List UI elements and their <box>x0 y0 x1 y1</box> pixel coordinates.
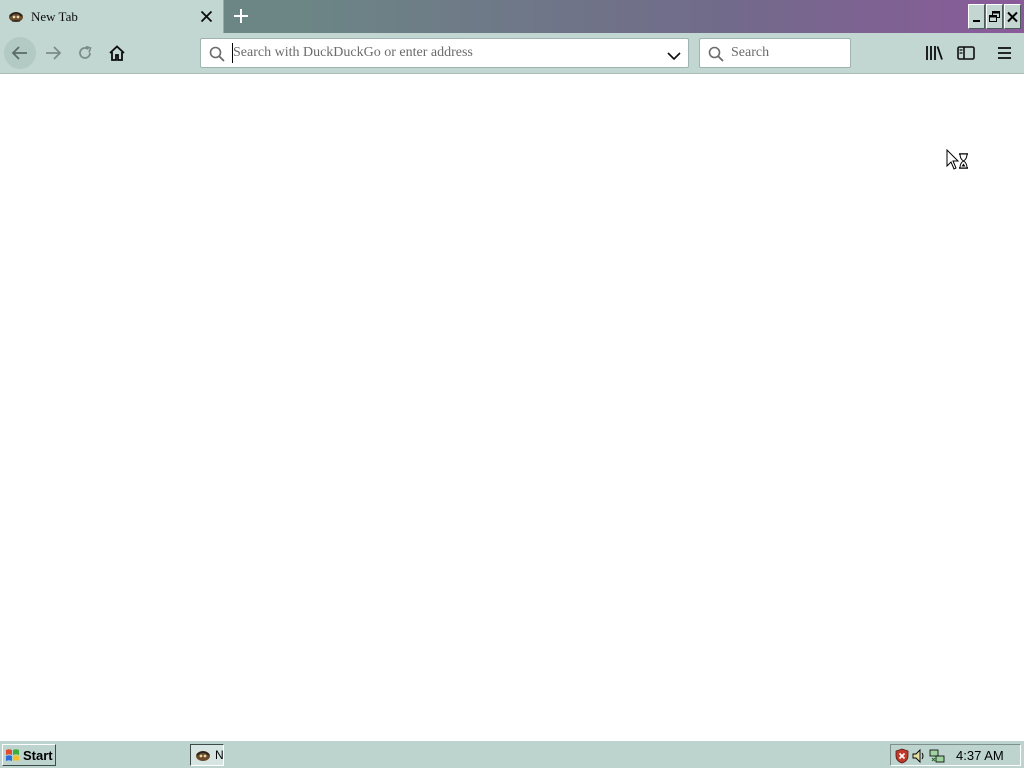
tab-close-icon[interactable] <box>198 8 215 25</box>
network-icon[interactable] <box>929 748 945 764</box>
busy-cursor-icon <box>946 148 970 173</box>
shield-alert-icon[interactable] <box>894 748 910 764</box>
home-button[interactable] <box>101 37 133 69</box>
forward-button[interactable] <box>37 37 69 69</box>
home-icon <box>109 45 125 61</box>
speaker-icon[interactable] <box>911 748 927 764</box>
browser-globe-icon <box>195 747 211 765</box>
restore-icon <box>989 11 1000 22</box>
new-tab-plus-icon[interactable] <box>231 6 251 26</box>
forward-arrow-icon <box>46 46 62 60</box>
taskbar: Start N 4:37 AM <box>0 740 1024 768</box>
url-bar[interactable] <box>200 38 689 68</box>
library-button[interactable] <box>922 41 946 65</box>
back-button[interactable] <box>4 37 36 69</box>
browser-globe-icon <box>8 8 24 24</box>
windows-logo-icon <box>5 748 21 766</box>
sidebar-icon <box>957 46 975 60</box>
reload-icon <box>79 45 92 59</box>
back-arrow-icon <box>11 46 27 60</box>
window-close-button[interactable] <box>1004 4 1021 29</box>
search-input[interactable] <box>731 43 843 63</box>
tab-title: New Tab <box>31 9 78 24</box>
address-input[interactable] <box>232 43 652 63</box>
chevron-down-icon[interactable] <box>667 48 681 66</box>
system-tray: 4:37 AM <box>890 744 1021 766</box>
start-button[interactable]: Start <box>2 744 56 766</box>
taskbar-item-browser[interactable]: N <box>190 744 224 766</box>
hamburger-menu-icon <box>998 47 1011 59</box>
restore-button[interactable] <box>986 4 1003 29</box>
tab-strip: New Tab <box>0 0 1024 33</box>
taskbar-item-label: N <box>215 748 224 762</box>
library-icon <box>926 46 943 60</box>
sidebar-button[interactable] <box>954 41 978 65</box>
search-bar[interactable] <box>699 38 851 68</box>
navigation-toolbar <box>0 33 1024 74</box>
search-icon <box>708 46 724 67</box>
page-content[interactable] <box>0 74 1024 740</box>
tab-new-tab[interactable]: New Tab <box>0 0 224 33</box>
search-icon <box>209 46 225 67</box>
minimize-icon <box>973 20 980 22</box>
reload-button[interactable] <box>69 37 101 69</box>
minimize-button[interactable] <box>968 4 985 29</box>
close-icon <box>1007 11 1018 23</box>
start-label: Start <box>23 748 53 763</box>
clock: 4:37 AM <box>956 748 1004 763</box>
menu-button[interactable] <box>993 41 1017 65</box>
